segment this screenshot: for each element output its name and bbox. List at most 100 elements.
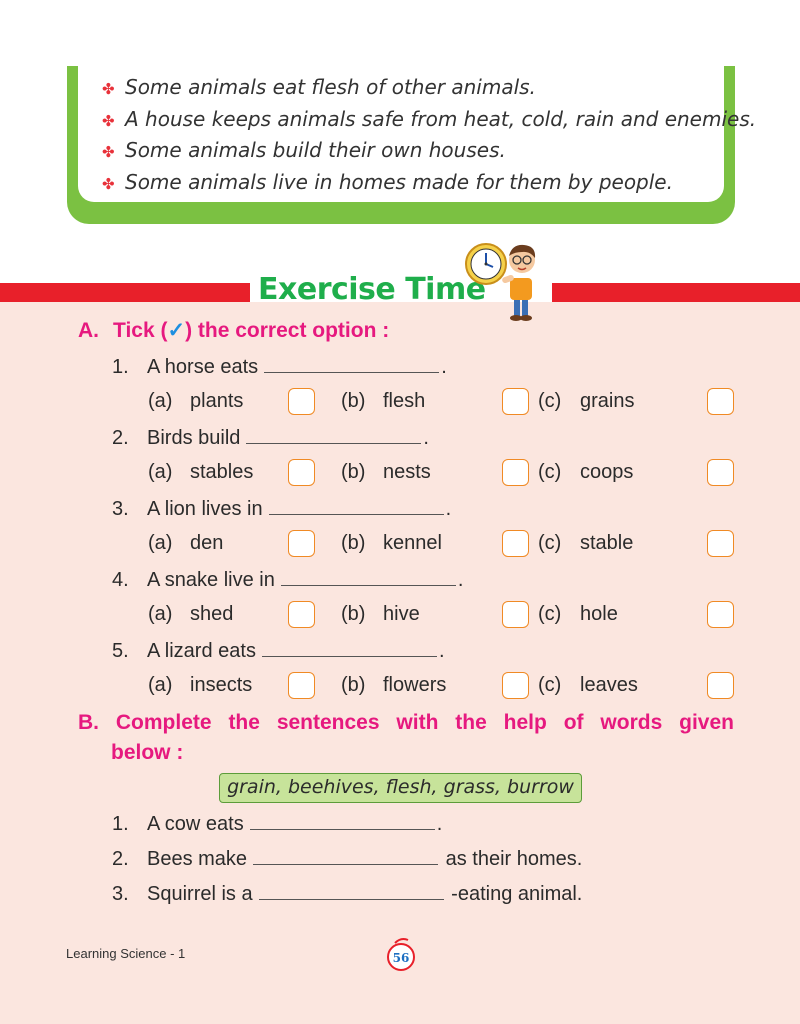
sentence-before: Bees make xyxy=(147,848,248,870)
option-c-checkbox[interactable] xyxy=(707,601,734,628)
option-text: plants xyxy=(190,390,244,412)
heading-word: with xyxy=(396,711,439,734)
summary-list: ✤ Some animals eat flesh of other animals… xyxy=(102,72,756,198)
question-line: 1. A horse eats. xyxy=(112,353,447,381)
heading-word: given xyxy=(679,711,734,734)
option-label: (c) xyxy=(538,532,562,554)
summary-box: ✤ Some animals eat flesh of other animals… xyxy=(67,66,756,224)
question-number: 2. xyxy=(112,427,129,449)
option-label: (a) xyxy=(148,390,173,412)
question-text: A snake live in xyxy=(147,569,275,591)
option-label: (b) xyxy=(341,532,366,554)
question-end: . xyxy=(457,569,464,591)
option-c: (c) stable xyxy=(538,532,633,555)
option-label: (c) xyxy=(538,603,562,625)
question-number: 4. xyxy=(112,569,129,591)
book-title: Learning Science - 1 xyxy=(66,946,186,961)
option-a-checkbox[interactable] xyxy=(288,388,315,415)
option-a-checkbox[interactable] xyxy=(288,459,315,486)
option-text: hive xyxy=(383,603,420,625)
option-c: (c) hole xyxy=(538,603,618,626)
answer-blank[interactable] xyxy=(280,566,456,586)
option-label: (a) xyxy=(148,532,173,554)
summary-item: ✤ Some animals eat flesh of other animals… xyxy=(102,72,756,104)
option-a: (a) stables xyxy=(148,461,253,484)
option-b: (b) hive xyxy=(341,603,420,626)
summary-item: ✤ Some animals build their own houses. xyxy=(102,135,756,167)
option-b-checkbox[interactable] xyxy=(502,530,529,557)
question-text: Birds build xyxy=(147,427,241,449)
option-text: shed xyxy=(190,603,234,625)
option-label: (b) xyxy=(341,461,366,483)
option-c-checkbox[interactable] xyxy=(707,459,734,486)
exercise-title: Exercise Time xyxy=(258,272,486,307)
option-text: grains xyxy=(580,390,635,412)
options-row: (a) insects (b) flowers (c) leaves xyxy=(0,672,800,702)
sentence-before: Squirrel is a xyxy=(147,883,253,905)
option-text: flowers xyxy=(383,674,447,696)
sentence-number: 1. xyxy=(112,813,129,835)
answer-blank[interactable] xyxy=(264,353,440,373)
option-label: (a) xyxy=(148,674,173,696)
page-number-badge: 56 xyxy=(387,938,415,971)
option-b-checkbox[interactable] xyxy=(502,459,529,486)
option-text: hole xyxy=(580,603,618,625)
option-a-checkbox[interactable] xyxy=(288,601,315,628)
option-c-checkbox[interactable] xyxy=(707,388,734,415)
answer-blank[interactable] xyxy=(249,810,435,830)
heading-word: help xyxy=(503,711,547,734)
option-b: (b) nests xyxy=(341,461,431,484)
option-b-checkbox[interactable] xyxy=(502,672,529,699)
summary-item: ✤ A house keeps animals safe from heat, c… xyxy=(102,104,756,136)
question-end: . xyxy=(445,498,452,520)
page-number: 56 xyxy=(393,951,410,965)
option-b: (b) kennel xyxy=(341,532,442,555)
clover-bullet-icon: ✤ xyxy=(102,80,115,98)
options-row: (a) shed (b) hive (c) hole xyxy=(0,601,800,631)
option-label: (c) xyxy=(538,674,562,696)
summary-panel: ✤ Some animals eat flesh of other animals… xyxy=(78,66,756,202)
sentence-line: 3. Squirrel is a -eating animal. xyxy=(112,880,582,908)
heading-word: sentences xyxy=(276,711,380,734)
option-a-checkbox[interactable] xyxy=(288,530,315,557)
option-a-checkbox[interactable] xyxy=(288,672,315,699)
question-number: 5. xyxy=(112,640,129,662)
answer-blank[interactable] xyxy=(246,424,422,444)
option-text: leaves xyxy=(580,674,638,696)
option-label: (c) xyxy=(538,390,562,412)
section-b-label: B. xyxy=(78,711,99,734)
summary-item-text: Some animals build their own houses. xyxy=(125,138,506,162)
option-b-checkbox[interactable] xyxy=(502,601,529,628)
option-c-checkbox[interactable] xyxy=(707,672,734,699)
option-label: (a) xyxy=(148,461,173,483)
clover-bullet-icon: ✤ xyxy=(102,143,115,161)
option-a: (a) shed xyxy=(148,603,233,626)
header-band-left xyxy=(0,283,250,302)
option-c-checkbox[interactable] xyxy=(707,530,734,557)
answer-blank[interactable] xyxy=(253,845,439,865)
options-row: (a) den (b) kennel (c) stable xyxy=(0,530,800,560)
question-text: A lion lives in xyxy=(147,498,263,520)
sentence-number: 2. xyxy=(112,848,129,870)
option-b-checkbox[interactable] xyxy=(502,388,529,415)
section-a-heading-pre: Tick ( xyxy=(113,319,168,342)
option-b: (b) flowers xyxy=(341,674,446,697)
answer-blank[interactable] xyxy=(261,637,437,657)
question-number: 3. xyxy=(112,498,129,520)
options-row: (a) stables (b) nests (c) coops xyxy=(0,459,800,489)
answer-blank[interactable] xyxy=(258,880,444,900)
section-b-heading-line: B. Complete the sentences with the help … xyxy=(78,708,734,738)
option-label: (b) xyxy=(341,390,366,412)
heading-word: words xyxy=(600,711,663,734)
option-label: (c) xyxy=(538,461,562,483)
question-text: A lizard eats xyxy=(147,640,256,662)
option-text: insects xyxy=(190,674,253,696)
question-line: 5. A lizard eats. xyxy=(112,637,445,665)
section-a-label: A. xyxy=(78,319,99,342)
sentence-line: 1. A cow eats. xyxy=(112,810,442,838)
heading-word: the xyxy=(455,711,487,734)
section-a-heading: A. Tick (✓) the correct option : xyxy=(78,318,389,343)
heading-word: Complete xyxy=(115,711,212,734)
question-line: 3. A lion lives in. xyxy=(112,495,451,523)
answer-blank[interactable] xyxy=(268,495,444,515)
